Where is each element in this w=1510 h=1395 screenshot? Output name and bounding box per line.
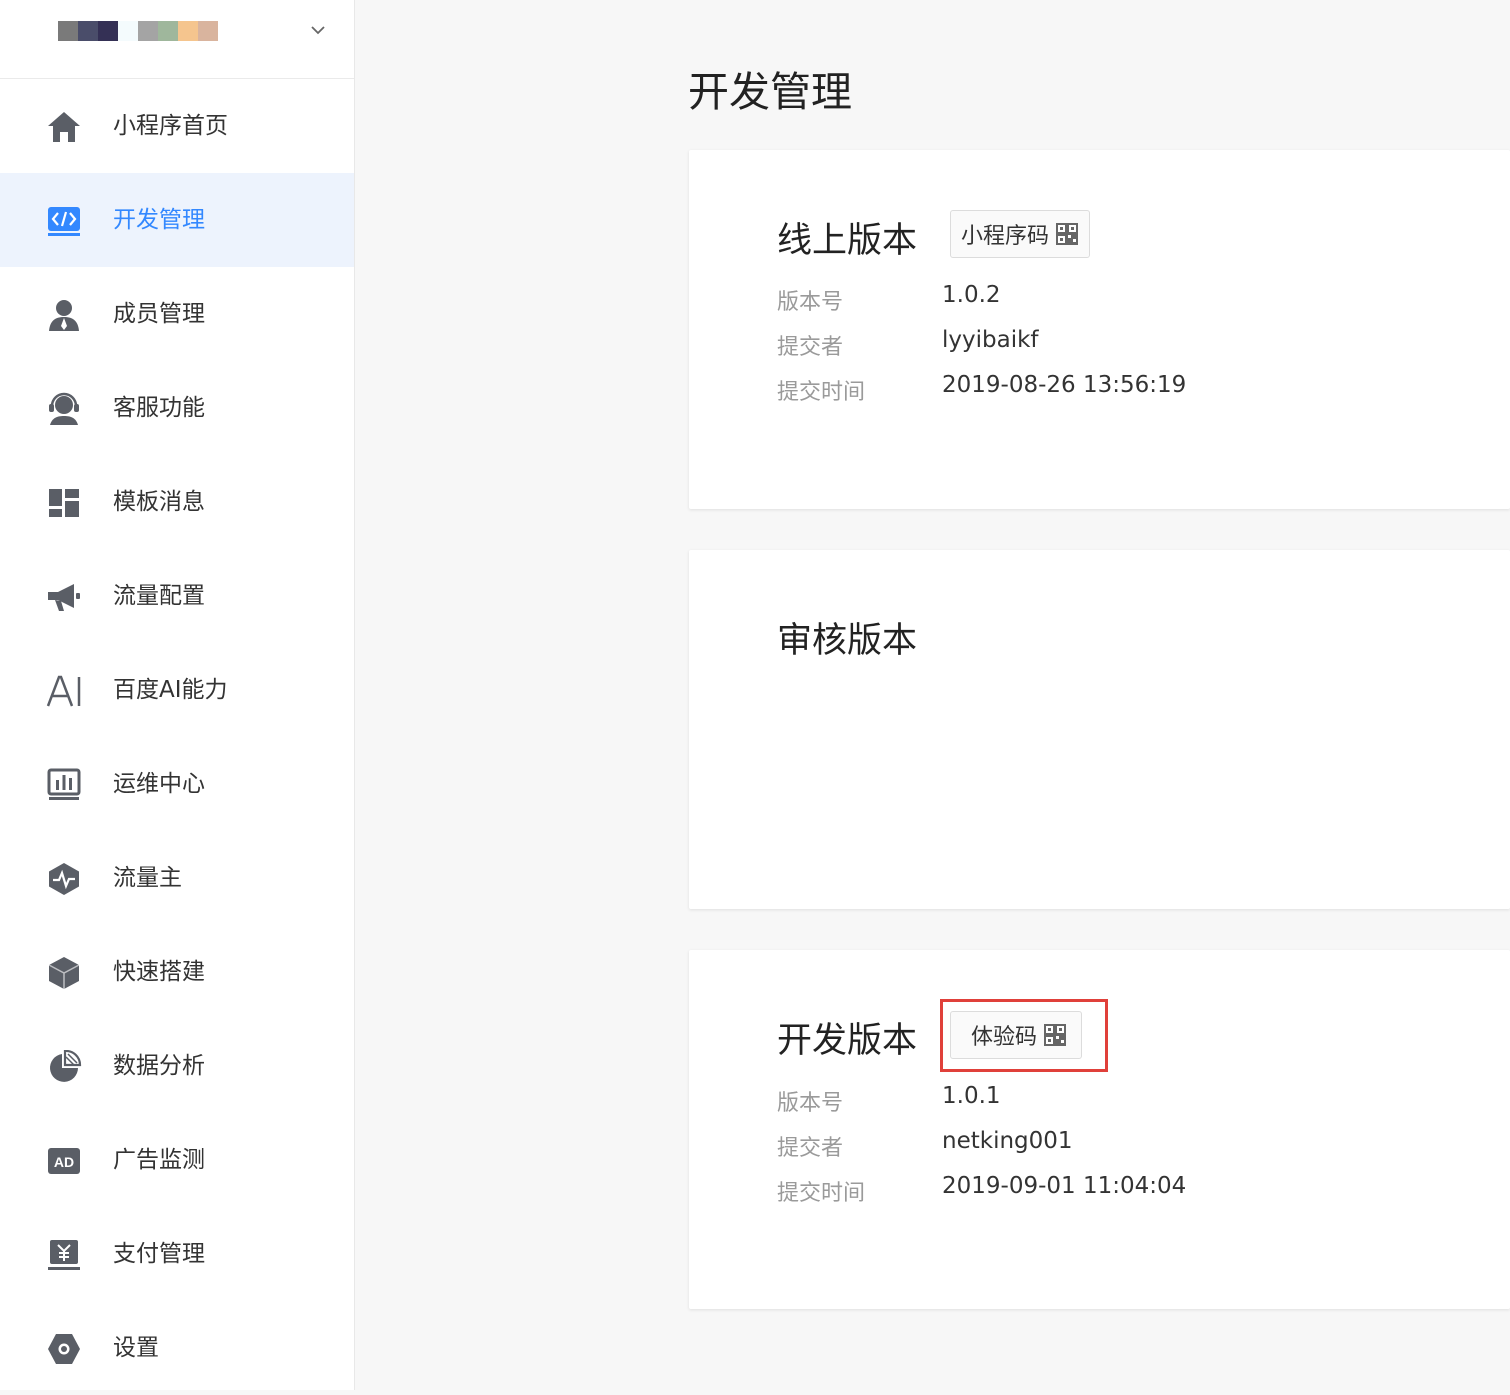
- sidebar-item-ops-center[interactable]: 运维中心: [0, 737, 354, 831]
- version-number-label: 版本号: [777, 290, 844, 315]
- qr-code-icon: [1043, 1023, 1067, 1047]
- sidebar-item-data-analysis[interactable]: 数据分析: [0, 1019, 354, 1113]
- template-icon: [46, 486, 82, 520]
- submit-time-label: 提交时间: [777, 380, 866, 405]
- brand-header: [0, 0, 354, 79]
- sidebar-item-label: 流量主: [113, 865, 182, 891]
- mini-program-code-button[interactable]: 小程序码: [950, 210, 1091, 258]
- sidebar-item-label: 流量配置: [113, 583, 205, 609]
- bar-chart-icon: [46, 768, 82, 802]
- version-number-label: 版本号: [777, 1091, 844, 1116]
- logo-block: [78, 21, 98, 41]
- submit-time-label: 提交时间: [777, 1181, 866, 1206]
- online-version-title: 线上版本: [777, 221, 918, 261]
- sidebar-item-traffic-owner[interactable]: 流量主: [0, 831, 354, 925]
- sidebar-item-traffic-config[interactable]: 流量配置: [0, 549, 354, 643]
- megaphone-icon: [46, 580, 82, 614]
- sidebar-item-payment[interactable]: 支付管理: [0, 1207, 354, 1301]
- pie-chart-icon: [46, 1050, 82, 1084]
- experience-code-button[interactable]: 体验码: [950, 1011, 1083, 1059]
- sidebar-item-quick-build[interactable]: 快速搭建: [0, 925, 354, 1019]
- submitter-value: lyyibaikf: [942, 327, 1039, 353]
- pulse-icon: [46, 862, 82, 896]
- sidebar-item-customer-service[interactable]: 客服功能: [0, 361, 354, 455]
- version-number-value: 1.0.2: [942, 282, 1001, 308]
- page-title: 开发管理: [688, 68, 852, 116]
- app-logo: [58, 21, 218, 41]
- submit-time-value: 2019-09-01 11:04:04: [942, 1173, 1187, 1199]
- mini-program-code-label: 小程序码: [961, 224, 1050, 249]
- sidebar-item-settings[interactable]: 设置: [0, 1301, 354, 1395]
- sidebar-item-label: 广告监测: [113, 1147, 205, 1173]
- review-version-title: 审核版本: [777, 621, 918, 661]
- sidebar-item-label: 运维中心: [113, 771, 205, 797]
- cube-icon: [46, 956, 82, 990]
- user-icon: [46, 298, 82, 332]
- headset-icon: [46, 392, 82, 426]
- sidebar-menu: 小程序首页 开发管理 成员管理 客服功能 模板消息 流量配置 百度AI能力 运维…: [0, 79, 354, 1395]
- sidebar-item-label: 开发管理: [113, 207, 205, 233]
- sidebar-item-ad-monitoring[interactable]: AD 广告监测: [0, 1113, 354, 1207]
- dev-version-title: 开发版本: [777, 1021, 918, 1061]
- qr-code-icon: [1055, 222, 1079, 246]
- submitter-value: netking001: [942, 1128, 1073, 1154]
- sidebar-item-home[interactable]: 小程序首页: [0, 79, 354, 173]
- sidebar-item-label: 模板消息: [113, 489, 205, 515]
- submitter-label: 提交者: [777, 1136, 844, 1161]
- sidebar-item-label: 客服功能: [113, 395, 205, 421]
- sidebar-item-label: 设置: [113, 1335, 159, 1361]
- online-version-card: 线上版本 小程序码 版本号 1.0.2 提交者 lyyibaikf 提交时间 2…: [689, 150, 1510, 509]
- submitter-label: 提交者: [777, 335, 844, 360]
- sidebar: 小程序首页 开发管理 成员管理 客服功能 模板消息 流量配置 百度AI能力 运维…: [0, 0, 355, 1390]
- dev-version-card: 开发版本 体验码 版本号 1.0.1 提交者 netking001 提交时间 2…: [689, 950, 1510, 1309]
- chevron-down-icon[interactable]: [308, 20, 328, 40]
- sidebar-item-members[interactable]: 成员管理: [0, 267, 354, 361]
- logo-block: [198, 21, 218, 41]
- version-number-value: 1.0.1: [942, 1083, 1001, 1109]
- logo-block: [118, 21, 138, 41]
- logo-block: [58, 21, 78, 41]
- payment-icon: [46, 1238, 82, 1272]
- sidebar-item-label: 成员管理: [113, 301, 205, 327]
- logo-block: [158, 21, 178, 41]
- ai-icon: [46, 674, 82, 708]
- code-icon: [46, 204, 82, 238]
- sidebar-item-dev-management[interactable]: 开发管理: [0, 173, 354, 267]
- ad-icon: AD: [46, 1144, 82, 1178]
- sidebar-item-baidu-ai[interactable]: 百度AI能力: [0, 643, 354, 737]
- sidebar-item-template-messages[interactable]: 模板消息: [0, 455, 354, 549]
- submit-time-value: 2019-08-26 13:56:19: [942, 372, 1187, 398]
- svg-text:AD: AD: [54, 1154, 74, 1170]
- logo-block: [178, 21, 198, 41]
- sidebar-item-label: 百度AI能力: [113, 677, 228, 703]
- sidebar-item-label: 小程序首页: [113, 113, 228, 139]
- review-version-card: 审核版本: [689, 550, 1510, 909]
- home-icon: [46, 110, 82, 144]
- sidebar-item-label: 支付管理: [113, 1241, 205, 1267]
- settings-icon: [46, 1332, 82, 1366]
- sidebar-item-label: 快速搭建: [113, 959, 205, 985]
- logo-block: [138, 21, 158, 41]
- sidebar-item-label: 数据分析: [113, 1053, 205, 1079]
- experience-code-label: 体验码: [971, 1025, 1038, 1050]
- logo-block: [98, 21, 118, 41]
